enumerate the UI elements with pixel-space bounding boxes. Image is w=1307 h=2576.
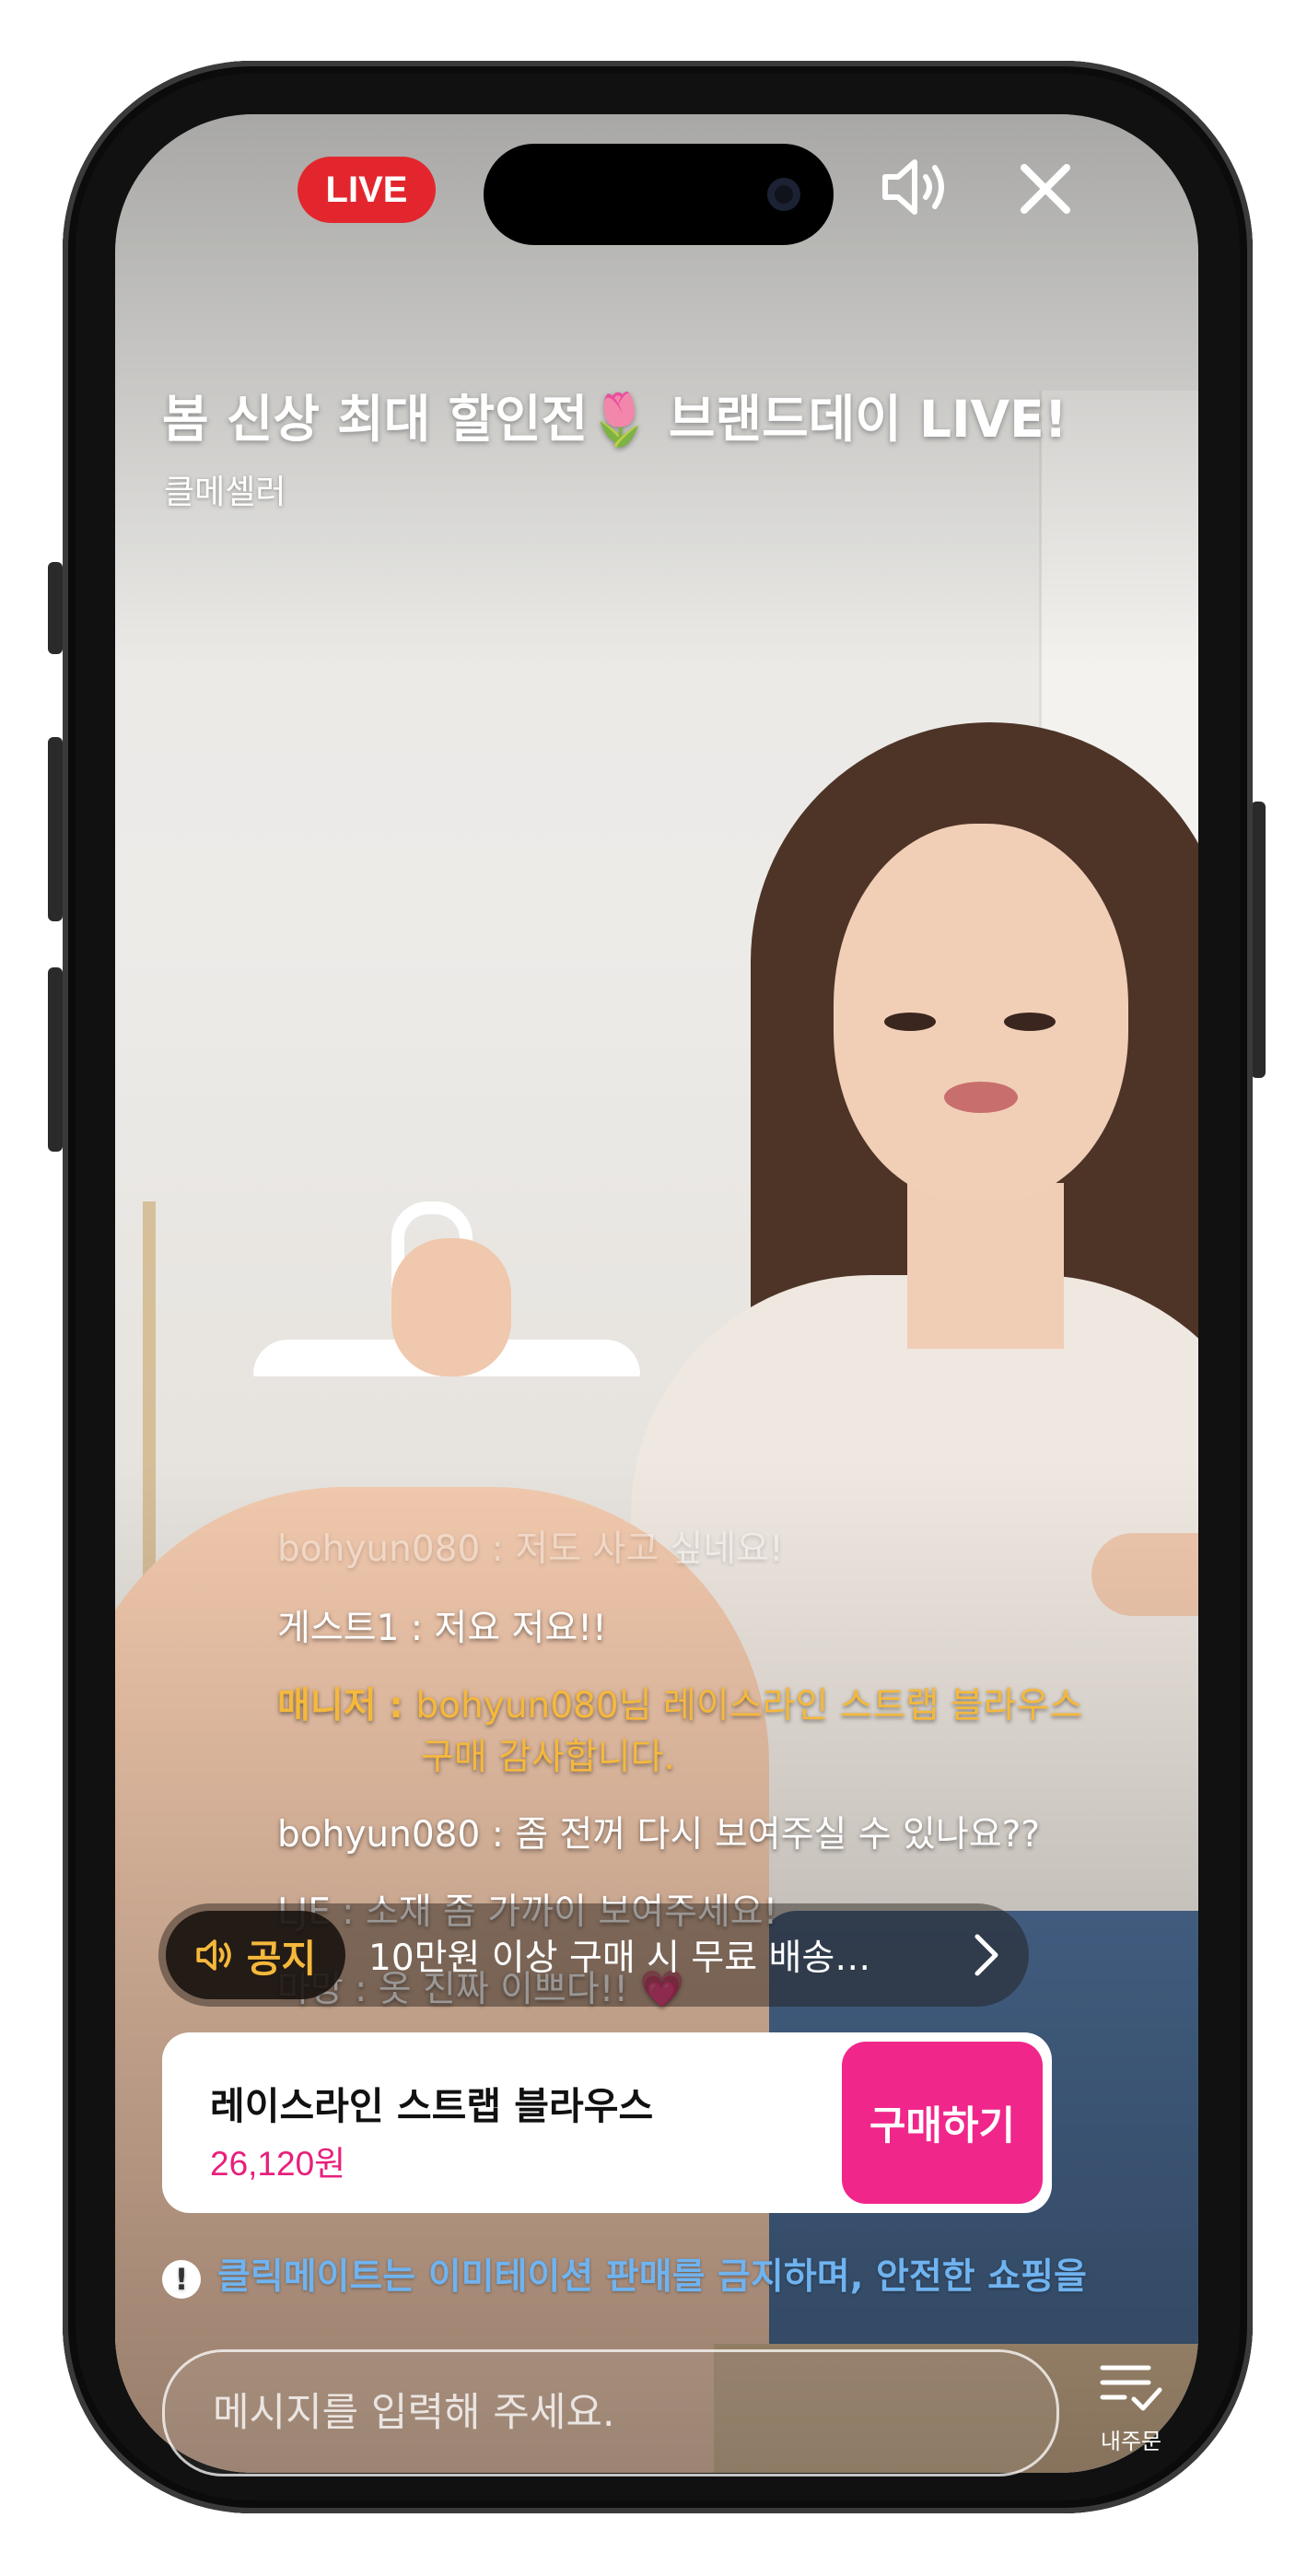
close-icon[interactable]: [1013, 157, 1078, 221]
live-badge: LIVE: [298, 157, 436, 223]
volume-down-button: [48, 967, 63, 1152]
chat-text: 저요 저요!!: [434, 1608, 607, 1649]
chat-message: bohyun080 : 좀 전꺼 다시 보여주실 수 있나요??: [277, 1809, 1198, 1861]
message-input[interactable]: [211, 2380, 1007, 2446]
exclamation-icon: !: [162, 2259, 201, 2299]
chat-user: bohyun080: [277, 1814, 481, 1856]
chat-text: bohyun080님 레이스라인 스트랩 블라우스: [415, 1685, 1083, 1727]
dynamic-island: [484, 144, 834, 245]
chat-text: 좀 전꺼 다시 보여주실 수 있나요??: [515, 1814, 1041, 1856]
chat-text-continued: 구매 감사합니다.: [421, 1737, 675, 1778]
host-face: [834, 824, 1128, 1201]
product-name: 레이스라인 스트랩 블라우스: [210, 2084, 654, 2128]
chevron-right-icon[interactable]: [968, 1926, 1005, 1985]
chat-user: 게스트1: [277, 1608, 400, 1649]
host-lips: [944, 1082, 1018, 1113]
host-eye-right: [1004, 1013, 1056, 1031]
message-input-container[interactable]: [162, 2349, 1059, 2476]
host-neck: [907, 1183, 1064, 1349]
seller-name[interactable]: 클메셀러: [164, 465, 286, 513]
notice-bar[interactable]: 공지 10만원 이상 구매 시 무료 배송…: [158, 1903, 1029, 2007]
product-card[interactable]: 레이스라인 스트랩 블라우스 26,120원 구매하기: [162, 2032, 1052, 2213]
warning-text: 클릭메이트는 이미테이션 판매를 금지하며, 안전한 쇼핑을 위해: [217, 2256, 1092, 2298]
chat-user-manager: 매니저: [277, 1685, 377, 1727]
notice-tag: 공지: [166, 1911, 345, 1999]
buy-button[interactable]: 구매하기: [842, 2042, 1043, 2204]
notice-tag-label: 공지: [246, 1937, 317, 1981]
speaker-icon: [196, 1939, 231, 1971]
safety-warning: ! 클릭메이트는 이미테이션 판매를 금지하며, 안전한 쇼핑을 위해: [162, 2248, 1092, 2303]
front-camera: [767, 178, 800, 211]
chat-message-faded: bohyun080 : 저도 사고 싶네요!: [277, 1528, 784, 1570]
my-orders-label: 내주문: [1100, 2429, 1162, 2454]
order-list-icon: [1100, 2365, 1162, 2411]
my-orders-button[interactable]: 내주문: [1094, 2359, 1168, 2469]
host-eye-left: [884, 1013, 936, 1031]
volume-up-button: [48, 737, 63, 921]
host-hand-holding: [391, 1238, 511, 1376]
chat-message-manager: 매니저 : bohyun080님 레이스라인 스트랩 블라우스 구매 감사합니다…: [277, 1680, 1198, 1784]
action-button: [48, 562, 63, 654]
speaker-icon[interactable]: [880, 155, 953, 219]
broadcast-title: 봄 신상 최대 할인전🌷 브랜드데이 LIVE!: [162, 390, 1068, 449]
chat-message: 게스트1 : 저요 저요!!: [277, 1603, 1198, 1655]
power-button: [1251, 802, 1266, 1078]
notice-text: 10만원 이상 구매 시 무료 배송…: [368, 1938, 871, 1979]
product-price: 26,120원: [210, 2145, 346, 2183]
chat-separator: :: [480, 1814, 516, 1856]
chat-separator: :: [399, 1608, 435, 1649]
chat-separator: :: [376, 1685, 416, 1727]
